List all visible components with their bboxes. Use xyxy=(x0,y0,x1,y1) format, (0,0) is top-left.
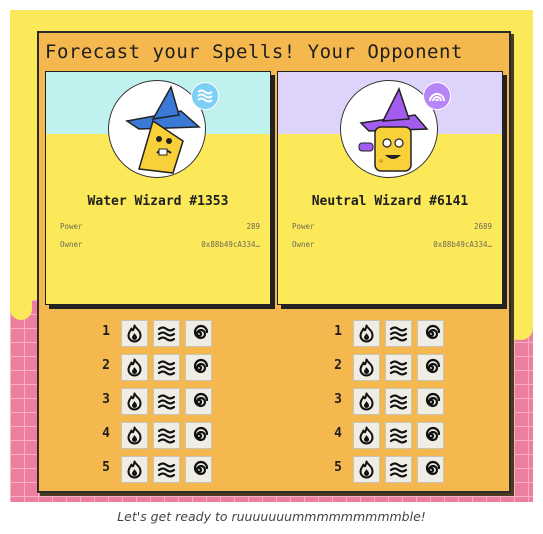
owner-label: Owner xyxy=(60,240,83,249)
owner-value: 0x88b49cA334… xyxy=(201,240,260,249)
opponent-fire-spell-button[interactable] xyxy=(353,456,380,483)
opponent-water-spell-button[interactable] xyxy=(385,354,412,381)
spell-row-round-5: 5 xyxy=(99,456,219,484)
owner-value: 0x88b49cA334… xyxy=(433,240,492,249)
power-value: 289 xyxy=(246,222,260,231)
player-water-spell-button[interactable] xyxy=(153,456,180,483)
wizard-name: Water Wizard #1353 xyxy=(87,194,229,209)
scene-background: Forecast your Spells! Your Opponent Wate… xyxy=(10,10,533,502)
forecast-panel: Forecast your Spells! Your Opponent Wate… xyxy=(37,31,511,493)
player-fire-spell-button[interactable] xyxy=(121,422,148,449)
round-number: 5 xyxy=(102,460,110,475)
page-title: Forecast your Spells! Your Opponent xyxy=(45,41,463,63)
player-water-spell-button[interactable] xyxy=(153,388,180,415)
player-fire-spell-button[interactable] xyxy=(121,456,148,483)
opponent-fire-spell-button[interactable] xyxy=(353,422,380,449)
opponent-water-spell-button[interactable] xyxy=(385,388,412,415)
yellow-drip xyxy=(10,290,32,320)
water-wave-icon xyxy=(191,82,219,110)
spell-row-round-2: 2 xyxy=(331,354,451,382)
opponent-water-spell-button[interactable] xyxy=(385,456,412,483)
opponent-wind-spiral-spell-button[interactable] xyxy=(417,388,444,415)
opponent-card-neutral-wizard: Neutral Wizard #6141 Power 2689 Owner 0x… xyxy=(277,71,503,305)
player-wind-spiral-spell-button[interactable] xyxy=(185,456,212,483)
power-value: 2689 xyxy=(473,222,492,231)
neutral-arcs-icon xyxy=(423,82,451,110)
wizard-name: Neutral Wizard #6141 xyxy=(311,194,469,209)
spell-row-round-3: 3 xyxy=(99,388,219,416)
player-fire-spell-button[interactable] xyxy=(121,354,148,381)
player-fire-spell-button[interactable] xyxy=(121,388,148,415)
player-wind-spiral-spell-button[interactable] xyxy=(185,354,212,381)
round-number: 5 xyxy=(334,460,342,475)
round-number: 3 xyxy=(102,392,110,407)
spell-row-round-3: 3 xyxy=(331,388,451,416)
player-card-water-wizard: Water Wizard #1353 Power 289 Owner 0x88b… xyxy=(45,71,271,305)
opponent-fire-spell-button[interactable] xyxy=(353,388,380,415)
player-water-spell-button[interactable] xyxy=(153,422,180,449)
round-number: 1 xyxy=(102,324,110,339)
spell-row-round-1: 1 xyxy=(331,320,451,348)
spell-row-round-2: 2 xyxy=(99,354,219,382)
round-number: 4 xyxy=(102,426,110,441)
player-water-spell-button[interactable] xyxy=(153,354,180,381)
owner-row: Owner 0x88b49cA334… xyxy=(292,240,492,249)
power-row: Power 2689 xyxy=(292,222,492,231)
opponent-wind-spiral-spell-button[interactable] xyxy=(417,354,444,381)
opponent-water-spell-button[interactable] xyxy=(385,320,412,347)
owner-row: Owner 0x88b49cA334… xyxy=(60,240,260,249)
round-number: 2 xyxy=(334,358,342,373)
power-row: Power 289 xyxy=(60,222,260,231)
round-number: 4 xyxy=(334,426,342,441)
power-label: Power xyxy=(292,222,315,231)
player-wind-spiral-spell-button[interactable] xyxy=(185,320,212,347)
spell-row-round-5: 5 xyxy=(331,456,451,484)
opponent-wind-spiral-spell-button[interactable] xyxy=(417,456,444,483)
player-wind-spiral-spell-button[interactable] xyxy=(185,388,212,415)
spell-row-round-4: 4 xyxy=(99,422,219,450)
opponent-fire-spell-button[interactable] xyxy=(353,320,380,347)
caption: Let's get ready to ruuuuuuummmmmmmmmble! xyxy=(117,509,426,524)
opponent-water-spell-button[interactable] xyxy=(385,422,412,449)
spell-row-round-1: 1 xyxy=(99,320,219,348)
spell-row-round-4: 4 xyxy=(331,422,451,450)
player-wind-spiral-spell-button[interactable] xyxy=(185,422,212,449)
round-number: 2 xyxy=(102,358,110,373)
power-label: Power xyxy=(60,222,83,231)
round-number: 3 xyxy=(334,392,342,407)
owner-label: Owner xyxy=(292,240,315,249)
opponent-wind-spiral-spell-button[interactable] xyxy=(417,422,444,449)
player-fire-spell-button[interactable] xyxy=(121,320,148,347)
opponent-wind-spiral-spell-button[interactable] xyxy=(417,320,444,347)
opponent-fire-spell-button[interactable] xyxy=(353,354,380,381)
player-water-spell-button[interactable] xyxy=(153,320,180,347)
round-number: 1 xyxy=(334,324,342,339)
